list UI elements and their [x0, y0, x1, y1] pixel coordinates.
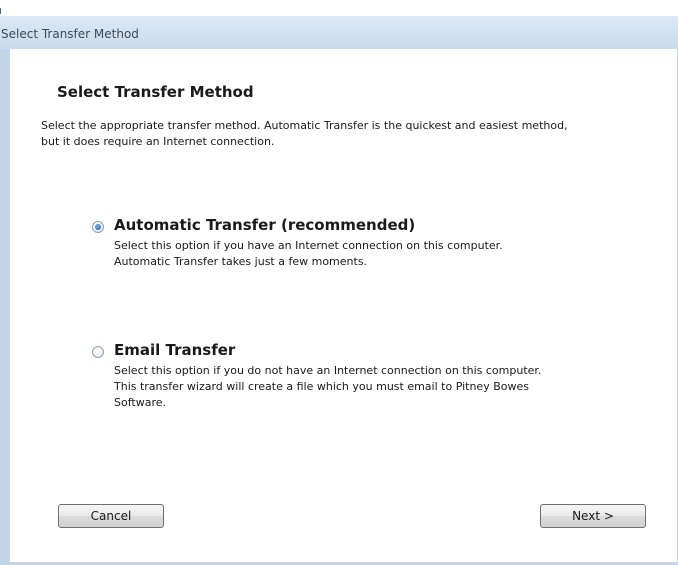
automatic-transfer-label[interactable]: Automatic Transfer (recommended)	[114, 216, 415, 234]
title-bar[interactable]: Select Transfer Method	[0, 16, 678, 49]
description-line: but it does require an Internet connecti…	[41, 135, 275, 148]
transfer-wizard-window: Select Transfer Method Select Transfer M…	[0, 0, 678, 565]
page-heading: Select Transfer Method	[57, 83, 254, 101]
email-transfer-description: Select this option if you do not have an…	[114, 363, 634, 411]
email-transfer-radio[interactable]	[92, 346, 104, 358]
automatic-transfer-description: Select this option if you have an Intern…	[114, 238, 634, 270]
window-corner-mark	[0, 8, 1, 14]
window-title: Select Transfer Method	[1, 27, 139, 41]
next-button[interactable]: Next >	[540, 504, 646, 528]
cancel-button[interactable]: Cancel	[58, 504, 164, 528]
description-line: Select the appropriate transfer method. …	[41, 119, 568, 132]
dialog-content: Select Transfer Method Select the approp…	[10, 49, 677, 562]
radio-selected-dot	[95, 224, 101, 230]
option-description-line: Select this option if you do not have an…	[114, 364, 542, 377]
option-description-line: Software.	[114, 396, 166, 409]
email-transfer-label[interactable]: Email Transfer	[114, 341, 235, 359]
option-description-line: Select this option if you have an Intern…	[114, 239, 503, 252]
automatic-transfer-radio[interactable]	[92, 221, 104, 233]
option-description-line: This transfer wizard will create a file …	[114, 380, 529, 393]
option-description-line: Automatic Transfer takes just a few mome…	[114, 255, 368, 268]
window-frame: Select Transfer Method Select Transfer M…	[0, 16, 678, 565]
page-description: Select the appropriate transfer method. …	[41, 118, 678, 150]
